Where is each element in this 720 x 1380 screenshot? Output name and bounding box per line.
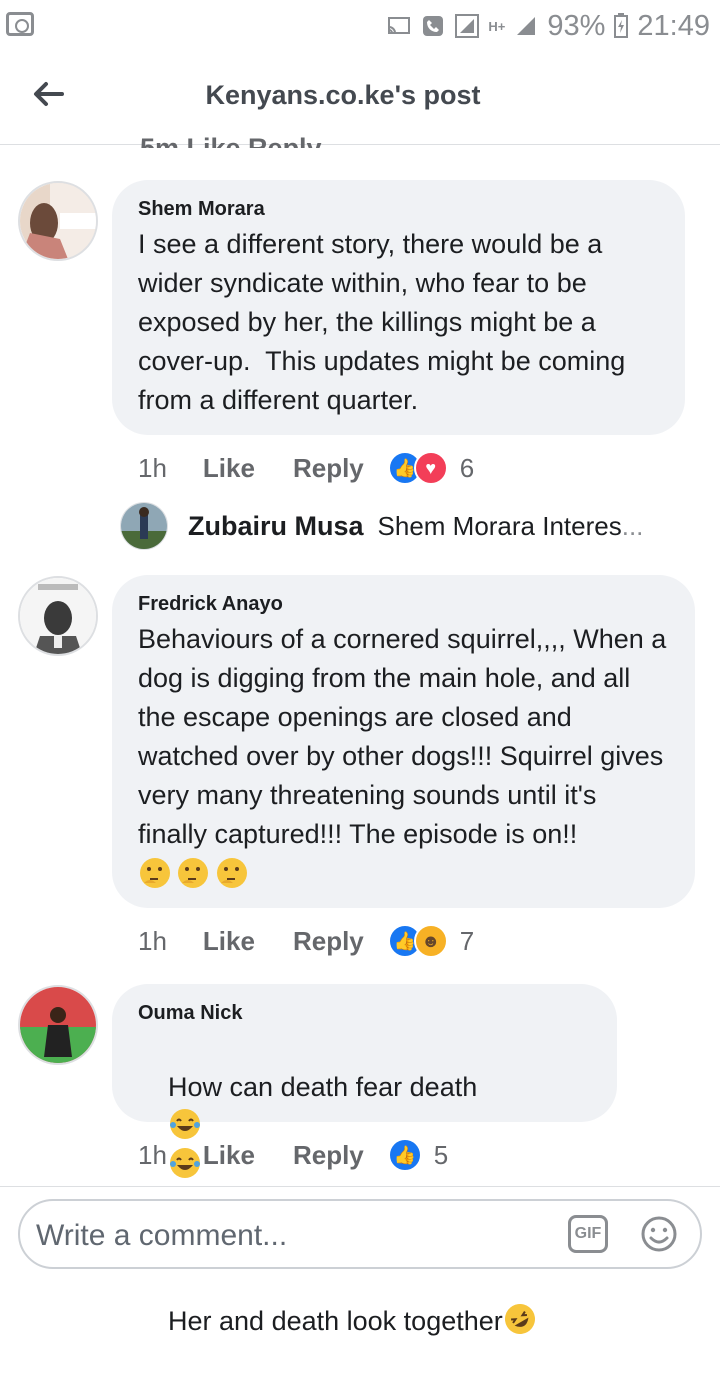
comment-author[interactable]: Ouma Nick <box>138 1002 591 1025</box>
cast-icon <box>388 17 411 34</box>
battery-icon <box>614 13 629 38</box>
comment-text: Behaviours of a cornered squirrel,,,, Wh… <box>138 624 674 849</box>
thinking-emojis <box>138 856 669 890</box>
reaction-count: 5 <box>433 1139 449 1170</box>
comment-input[interactable] <box>34 1213 538 1259</box>
comment-actions: 1h Like Reply 👍 ♥ 6 <box>138 451 474 485</box>
rolling-laughing-icon <box>504 1304 535 1334</box>
comment-actions: 1h Like Reply 👍 5 <box>138 1138 448 1172</box>
comment-time: 1h <box>138 1139 167 1170</box>
reply-button[interactable]: Reply <box>293 453 364 484</box>
like-button[interactable]: Like <box>203 926 255 957</box>
like-button[interactable]: Like <box>203 1140 255 1171</box>
reply-author[interactable]: Zubairu Musa <box>188 511 364 542</box>
reaction-summary[interactable]: 👍 5 <box>387 1138 449 1172</box>
haha-reaction-icon: ☻ <box>413 924 448 958</box>
status-bar: H+ 93% 21:49 <box>0 0 720 52</box>
like-button[interactable]: Like <box>203 453 255 484</box>
camera-notification-icon <box>6 12 34 36</box>
like-reaction-icon: 👍 <box>387 1138 422 1172</box>
avatar-shem-morara[interactable] <box>18 181 98 261</box>
page-title: Kenyans.co.ke's post <box>205 80 481 110</box>
gif-button[interactable]: GIF <box>568 1215 608 1253</box>
comment-bubble: Ouma Nick How can death fear death Her a… <box>112 984 617 1336</box>
reaction-summary[interactable]: 👍 ♥ 6 <box>387 451 475 485</box>
reply-ellipsis: ... <box>621 510 644 541</box>
thinking-face-icon <box>216 858 247 888</box>
reaction-count: 7 <box>459 925 475 956</box>
emoji-picker-icon[interactable] <box>640 1215 678 1253</box>
signal-1-icon <box>455 14 480 38</box>
app-bar: Kenyans.co.ke's post <box>0 52 720 145</box>
comment-input-box[interactable]: GIF <box>18 1199 702 1269</box>
comment-composer: GIF <box>0 1186 720 1281</box>
thinking-face-icon <box>178 858 209 888</box>
reply-snippet: Shem Morara Interes <box>377 510 622 541</box>
comment-text-line: Her and death look together <box>168 1306 503 1336</box>
thinking-face-icon <box>140 858 170 888</box>
avatar-fredrick-anayo[interactable] <box>18 576 98 656</box>
comment-bubble: Fredrick Anayo Behaviours of a cornered … <box>112 575 695 908</box>
signal-2-icon <box>517 17 536 35</box>
comment-time: 1h <box>138 452 167 483</box>
battery-percent: 93% <box>547 9 606 42</box>
comment-author[interactable]: Shem Morara <box>138 198 659 221</box>
comment-bubble: Shem Morara I see a different story, the… <box>112 180 685 435</box>
reply-button[interactable]: Reply <box>293 926 364 957</box>
comment-text: I see a different story, there would be … <box>138 229 633 415</box>
phone-icon <box>423 16 444 36</box>
comment-text-line: How can death fear death <box>168 1072 478 1102</box>
reaction-summary[interactable]: 👍 ☻ 7 <box>387 924 475 958</box>
avatar-zubairu-musa[interactable] <box>120 502 168 550</box>
comment-actions: 1h Like Reply 👍 ☻ 7 <box>138 924 474 958</box>
tears-of-joy-icon <box>170 1109 201 1139</box>
reply-button[interactable]: Reply <box>293 1140 364 1171</box>
network-type: H+ <box>488 18 506 34</box>
comment-author[interactable]: Fredrick Anayo <box>138 593 669 616</box>
clock: 21:49 <box>637 9 710 42</box>
avatar-ouma-nick[interactable] <box>18 985 98 1065</box>
reply-preview[interactable]: Zubairu Musa Shem Morara Interes ... <box>120 502 643 550</box>
previous-comment-actions: 5m Like Reply <box>140 134 322 148</box>
comment-time: 1h <box>138 925 167 956</box>
love-reaction-icon: ♥ <box>413 451 448 485</box>
status-icons: H+ 93% 21:49 <box>386 6 710 46</box>
reaction-count: 6 <box>459 452 475 483</box>
